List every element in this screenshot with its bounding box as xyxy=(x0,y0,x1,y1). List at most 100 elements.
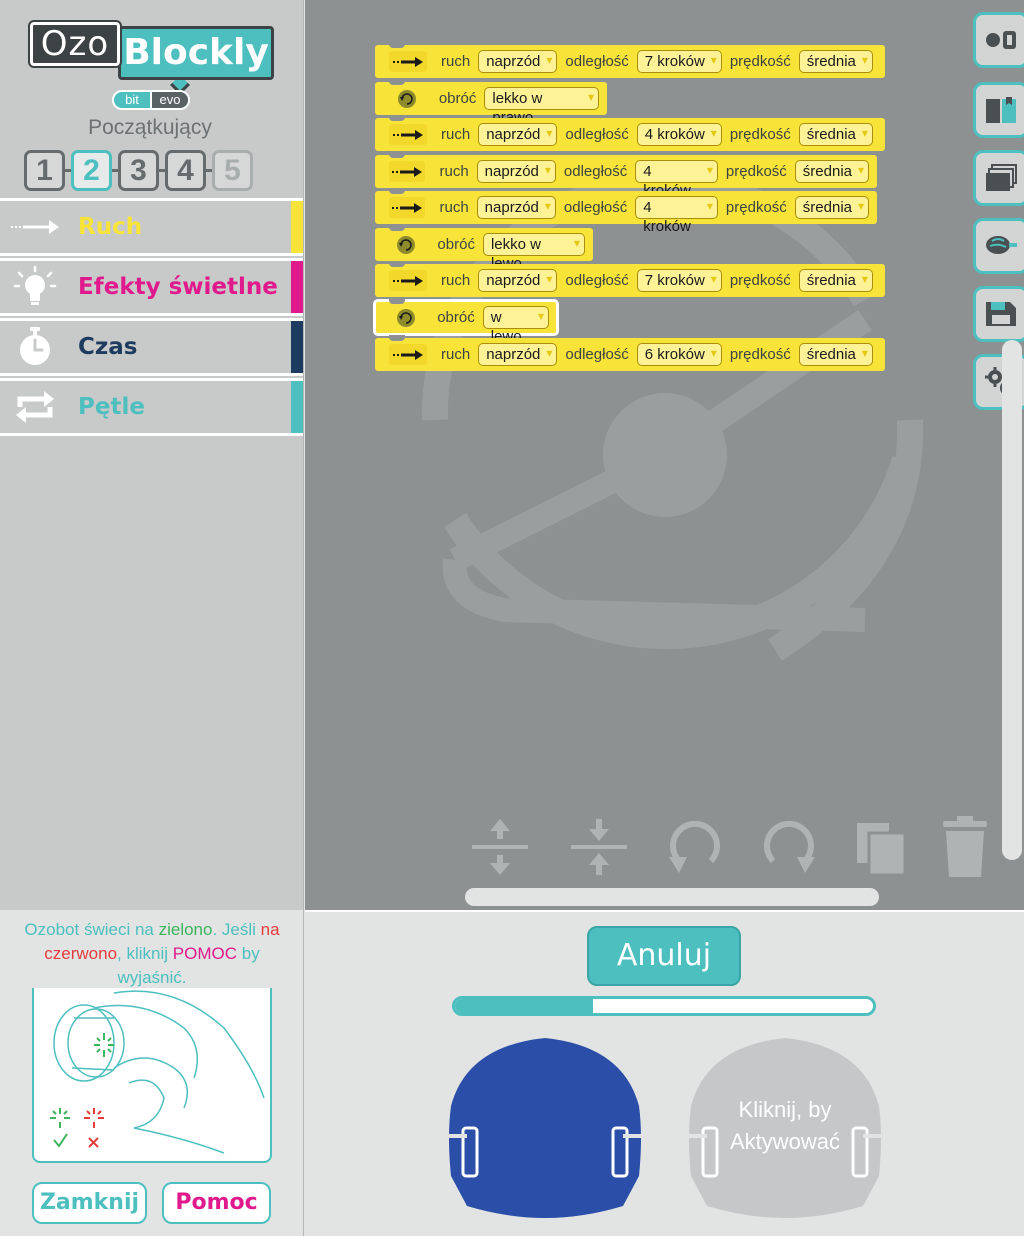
collapse-icon xyxy=(571,819,627,875)
arrow-right-icon xyxy=(389,344,427,365)
trash-button[interactable] xyxy=(933,815,997,879)
stopwatch-icon xyxy=(0,321,70,373)
level-1-button[interactable]: 1 xyxy=(24,150,65,191)
rotate-block[interactable]: obróć w lewo xyxy=(373,298,559,345)
block-keyword: prędkość xyxy=(729,346,791,363)
arrow-right-icon xyxy=(0,201,70,253)
activate-label: Kliknij, by Aktywować xyxy=(729,1097,841,1154)
move-block[interactable]: ruch naprzód odległość 7 kroków prędkość śred… xyxy=(375,261,885,297)
ozobot-icon xyxy=(986,31,1016,49)
category-color-bar xyxy=(291,201,303,253)
block-keyword: ruch xyxy=(441,53,471,70)
horizontal-scrollbar[interactable] xyxy=(465,888,879,906)
block-keyword: odległość xyxy=(565,272,629,289)
duplicate-button[interactable] xyxy=(849,815,913,879)
direction-dropdown[interactable]: naprzód xyxy=(478,123,558,146)
help-button[interactable]: Pomoc xyxy=(162,1182,271,1224)
block-keyword: prędkość xyxy=(729,53,791,70)
arrow-right-icon xyxy=(389,161,426,182)
move-block[interactable]: ruch naprzód odległość 4 kroków prędkość śred… xyxy=(375,188,877,235)
arrow-right-icon xyxy=(389,51,427,72)
speed-dropdown[interactable]: średnia xyxy=(798,123,873,146)
progress-fill xyxy=(455,999,593,1013)
rotate-block[interactable]: obróć lekko w prawo xyxy=(375,79,607,126)
move-block[interactable]: ruch naprzód odległość 6 kroków prędkość śred… xyxy=(375,335,885,371)
direction-dropdown[interactable]: naprzód xyxy=(476,160,556,183)
category-petle[interactable]: Pętle xyxy=(0,378,303,436)
blockly-workspace[interactable]: ruchnaprzódodległość7 krokówprędkośćśred… xyxy=(305,0,1024,910)
badge-bit: bit xyxy=(125,92,139,107)
block-keyword: prędkość xyxy=(725,163,787,180)
robot-inactive-activate-button[interactable]: Kliknij, by Aktywować xyxy=(687,1036,883,1220)
distance-dropdown[interactable]: 7 kroków xyxy=(636,269,722,292)
speed-dropdown[interactable]: średnia xyxy=(794,160,869,183)
direction-dropdown[interactable]: w lewo xyxy=(482,306,549,345)
level-3-button[interactable]: 3 xyxy=(118,150,159,191)
arrow-right-icon xyxy=(389,124,427,145)
robot-active[interactable] xyxy=(447,1036,643,1220)
rotate-block[interactable]: obróć lekko w lewo xyxy=(375,225,593,272)
speed-dropdown[interactable]: średnia xyxy=(794,196,869,219)
direction-dropdown[interactable]: lekko w prawo xyxy=(484,87,599,126)
rotate-icon xyxy=(389,234,423,255)
distance-dropdown[interactable]: 4 kroków xyxy=(635,160,718,199)
book-icon xyxy=(986,97,1016,123)
block-keyword: ruch xyxy=(441,272,471,289)
category-label: Pętle xyxy=(78,394,145,420)
move-block[interactable]: ruch naprzód odległość 4 kroków prędkość śred… xyxy=(375,152,877,199)
expand-blocks-button[interactable] xyxy=(468,815,532,879)
direction-dropdown[interactable]: lekko w lewo xyxy=(482,233,585,272)
trash-icon xyxy=(943,816,987,877)
direction-dropdown[interactable]: naprzód xyxy=(478,343,558,366)
distance-dropdown[interactable]: 4 kroków xyxy=(635,196,718,235)
category-ruch[interactable]: Ruch xyxy=(0,198,303,256)
sidebar: Blockly Ozo bit evo Początkujący 1 2 3 4… xyxy=(0,0,304,910)
copy-icon xyxy=(857,823,907,877)
save-button[interactable] xyxy=(973,286,1024,342)
direction-dropdown[interactable]: naprzód xyxy=(478,50,558,73)
rotate-icon xyxy=(389,307,423,328)
lightbulb-icon xyxy=(0,261,70,313)
floppy-icon xyxy=(986,302,1016,326)
lessons-button[interactable] xyxy=(973,82,1024,138)
category-label: Ruch xyxy=(78,214,143,240)
distance-dropdown[interactable]: 6 kroków xyxy=(636,343,722,366)
block-keyword: prędkość xyxy=(729,272,791,289)
stack-icon xyxy=(986,164,1017,191)
loop-icon xyxy=(0,381,70,433)
logo-ozo: Ozo xyxy=(28,20,122,68)
brain-button[interactable] xyxy=(973,218,1024,274)
distance-dropdown[interactable]: 7 kroków xyxy=(636,50,722,73)
block-keyword: ruch xyxy=(441,126,471,143)
gallery-button[interactable] xyxy=(973,150,1024,206)
help-panel: Ozobot świeci na zielono. Jeśli na czerw… xyxy=(0,910,304,1236)
level-4-button[interactable]: 4 xyxy=(165,150,206,191)
cancel-button[interactable]: Anuluj xyxy=(587,926,741,986)
distance-dropdown[interactable]: 4 kroków xyxy=(636,123,722,146)
undo-button[interactable] xyxy=(663,815,727,879)
move-block[interactable]: ruch naprzód odległość 4 kroków prędkość śred… xyxy=(375,115,885,151)
level-5-button[interactable]: 5 xyxy=(212,150,253,191)
vertical-scrollbar[interactable] xyxy=(1002,340,1022,860)
speed-dropdown[interactable]: średnia xyxy=(798,269,873,292)
level-2-button[interactable]: 2 xyxy=(71,150,112,191)
block-keyword: obróć xyxy=(438,90,477,107)
block-keyword: ruch xyxy=(439,199,469,216)
speed-dropdown[interactable]: średnia xyxy=(798,343,873,366)
move-block[interactable]: ruch naprzód odległość 7 kroków prędkość śred… xyxy=(375,42,885,78)
direction-dropdown[interactable]: naprzód xyxy=(478,269,558,292)
category-czas[interactable]: Czas xyxy=(0,318,303,376)
badge-evo: evo xyxy=(150,92,188,108)
collapse-blocks-button[interactable] xyxy=(567,815,631,879)
close-button[interactable]: Zamknij xyxy=(32,1182,147,1224)
ozobot-connect-button[interactable] xyxy=(973,12,1024,68)
redo-button[interactable] xyxy=(757,815,821,879)
speed-dropdown[interactable]: średnia xyxy=(798,50,873,73)
expand-icon xyxy=(472,819,528,875)
redo-icon xyxy=(764,820,815,873)
block-keyword: prędkość xyxy=(729,126,791,143)
block-keyword: odległość xyxy=(563,163,628,180)
category-efekty-swietlne[interactable]: Efekty świetlne xyxy=(0,258,303,316)
upload-progress-bar xyxy=(452,996,876,1016)
direction-dropdown[interactable]: naprzód xyxy=(476,196,556,219)
